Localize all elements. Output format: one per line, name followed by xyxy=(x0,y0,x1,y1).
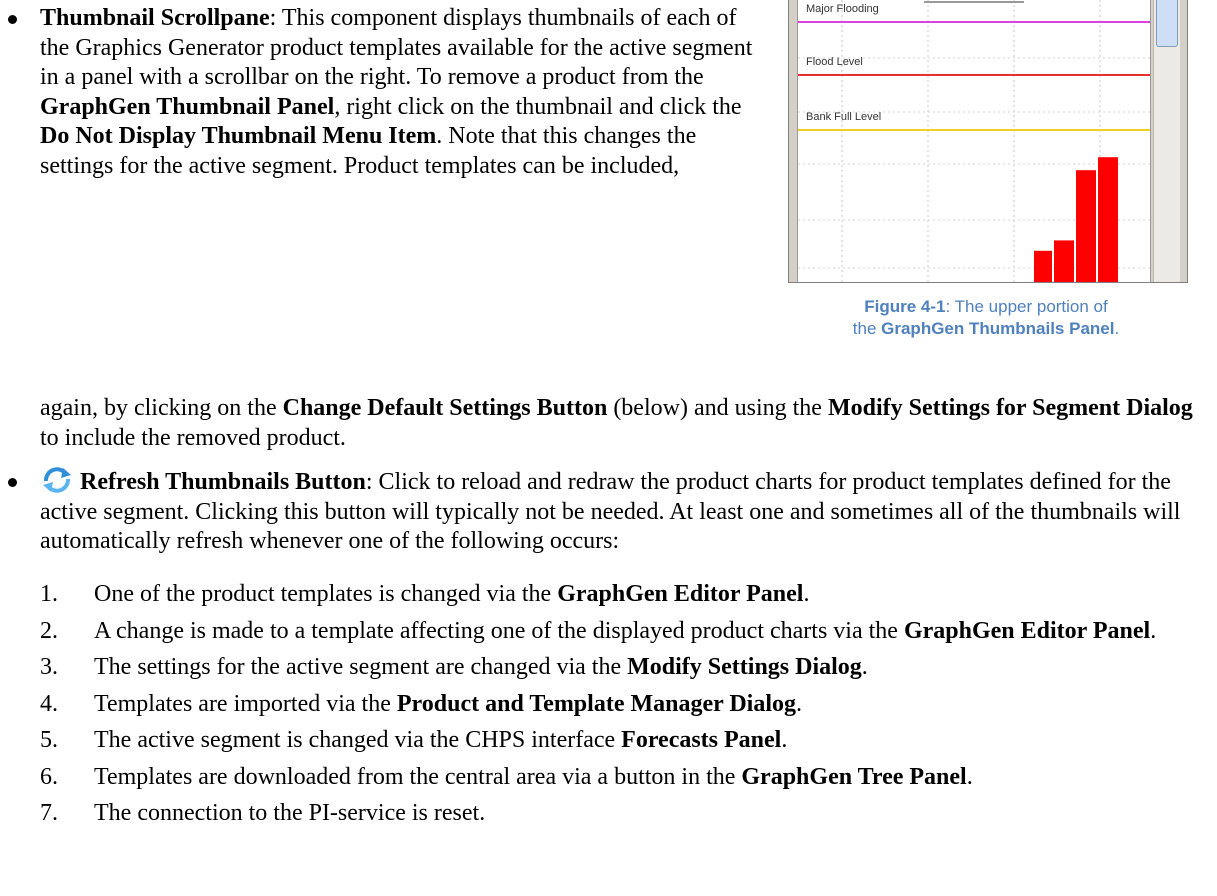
refresh-icon xyxy=(43,467,71,493)
bullet-dot xyxy=(8,478,17,487)
threshold-label: Bank Full Level xyxy=(806,111,881,123)
list-item: 3. The settings for the active segment ar… xyxy=(40,653,1210,683)
figure-caption: Figure 4-1: The upper portion of the Gra… xyxy=(852,297,1120,338)
list-item: 7. The connection to the PI-service is re… xyxy=(40,799,1210,829)
thumbnail-scrollpane-paragraph: Thumbnail Scrollpane: This component dis… xyxy=(40,5,753,179)
chart-canvas: Major Flooding Flood Level Bank Full Level xyxy=(798,0,1150,282)
vertical-scrollbar[interactable] xyxy=(1153,0,1180,282)
list-item: 6. Templates are downloaded from the cent… xyxy=(40,763,1210,793)
term-refresh-thumbnails-button: Refresh Thumbnails Button xyxy=(80,469,366,495)
thumbnail-scrollpane-paragraph-continued: again, by clicking on the Change Default… xyxy=(40,395,1193,451)
thumbnail-panel-screenshot: Major Flooding Flood Level Bank Full Level xyxy=(788,0,1188,283)
threshold-label: Major Flooding xyxy=(806,3,879,15)
list-number: 2. xyxy=(40,617,58,644)
list-item: 2. A change is made to a template affecti… xyxy=(40,617,1210,647)
list-number: 3. xyxy=(40,654,58,680)
bar xyxy=(1034,250,1052,282)
threshold-label: Flood Level xyxy=(806,56,863,68)
scrollbar-thumb[interactable] xyxy=(1156,0,1178,47)
list-number: 5. xyxy=(40,727,58,753)
list-number: 6. xyxy=(40,763,58,790)
refresh-thumbnails-paragraph: Refresh Thumbnails Button: Click to relo… xyxy=(40,466,1190,557)
list-number: 1. xyxy=(40,581,58,607)
refresh-trigger-list: 1. One of the product templates is change… xyxy=(40,580,1210,836)
list-item: 4. Templates are imported via the Product… xyxy=(40,690,1210,720)
list-number: 7. xyxy=(40,800,58,826)
thumbnail-chart: Major Flooding Flood Level Bank Full Level xyxy=(797,0,1151,282)
bar xyxy=(1076,170,1096,282)
figure-4-1: Major Flooding Flood Level Bank Full Level… xyxy=(784,0,1188,338)
list-item: 5. The active segment is changed via the … xyxy=(40,726,1210,756)
term-thumbnail-scrollpane: Thumbnail Scrollpane xyxy=(40,5,270,31)
list-number: 4. xyxy=(40,690,58,717)
bullet-dot xyxy=(8,15,17,24)
bar xyxy=(1054,240,1074,282)
bar xyxy=(1098,157,1118,282)
list-item: 1. One of the product templates is change… xyxy=(40,580,1210,610)
